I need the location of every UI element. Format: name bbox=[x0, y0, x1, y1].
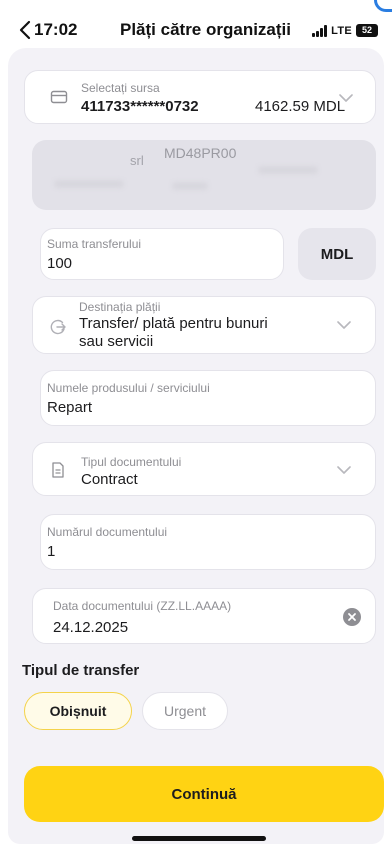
transfer-type-title: Tipul de transfer bbox=[22, 662, 140, 679]
corner-decoration bbox=[374, 0, 392, 12]
back-button[interactable]: 17:02 bbox=[18, 20, 77, 40]
network-type: LTE bbox=[331, 24, 352, 37]
product-label: Numele produsului / serviciului bbox=[47, 381, 210, 395]
source-balance: 4162.59 MDL bbox=[255, 98, 346, 115]
document-number-value: 1 bbox=[47, 543, 56, 560]
document-type-select[interactable]: Tipul documentului Contract bbox=[32, 442, 376, 496]
chevron-left-icon bbox=[19, 20, 31, 40]
document-icon bbox=[52, 462, 64, 478]
destination-label: Destinația plății bbox=[79, 300, 161, 314]
product-name-input[interactable]: Numele produsului / serviciului Repart bbox=[40, 370, 376, 426]
clear-date-button[interactable] bbox=[343, 608, 361, 626]
redacted-block bbox=[54, 180, 124, 188]
amount-input[interactable]: Suma transferului 100 bbox=[40, 228, 284, 280]
clear-icon bbox=[348, 613, 356, 621]
transfer-type-urgent[interactable]: Urgent bbox=[142, 692, 228, 730]
redacted-block bbox=[258, 166, 318, 174]
home-indicator bbox=[132, 836, 266, 841]
page-title: Plăți către organizații bbox=[120, 20, 291, 39]
arrow-circle-icon bbox=[50, 319, 66, 335]
beneficiary-name: srl bbox=[130, 153, 144, 168]
signal-icon bbox=[312, 24, 328, 37]
chevron-down-icon bbox=[337, 466, 351, 474]
chevron-down-icon bbox=[337, 321, 351, 329]
status-indicators: LTE 52 bbox=[312, 24, 378, 37]
product-value: Repart bbox=[47, 399, 93, 416]
source-select[interactable]: Selectați sursa 411733******0732 4162.59… bbox=[24, 70, 376, 124]
document-date-value: 24.12.2025 bbox=[53, 619, 129, 636]
amount-value: 100 bbox=[47, 255, 73, 272]
document-type-label: Tipul documentului bbox=[81, 455, 182, 469]
source-card-number: 411733******0732 bbox=[81, 98, 199, 115]
currency-button[interactable]: MDL bbox=[298, 228, 376, 280]
document-type-value: Contract bbox=[81, 471, 138, 488]
amount-label: Suma transferului bbox=[47, 237, 142, 251]
destination-select[interactable]: Destinația plății Transfer/ plată pentru… bbox=[32, 296, 376, 354]
document-number-input[interactable]: Numărul documentului 1 bbox=[40, 514, 376, 570]
document-date-label: Data documentului (ZZ.LL.AAAA) bbox=[53, 599, 232, 613]
continue-button[interactable]: Continuă bbox=[24, 766, 384, 822]
card-icon bbox=[50, 90, 68, 104]
document-date-input[interactable]: Data documentului (ZZ.LL.AAAA) 24.12.202… bbox=[32, 588, 376, 644]
document-number-label: Numărul documentului bbox=[47, 525, 168, 539]
redacted-block bbox=[172, 182, 208, 190]
transfer-type-normal[interactable]: Obișnuit bbox=[24, 692, 132, 730]
battery-icon: 52 bbox=[356, 24, 378, 37]
source-label: Selectați sursa bbox=[81, 81, 160, 95]
destination-value-line2: sau servicii bbox=[79, 333, 154, 350]
destination-value-line1: Transfer/ plată pentru bunuri bbox=[79, 315, 268, 332]
beneficiary-iban: MD48PR00 bbox=[164, 145, 237, 161]
chevron-down-icon bbox=[339, 94, 353, 102]
status-time: 17:02 bbox=[34, 20, 78, 39]
